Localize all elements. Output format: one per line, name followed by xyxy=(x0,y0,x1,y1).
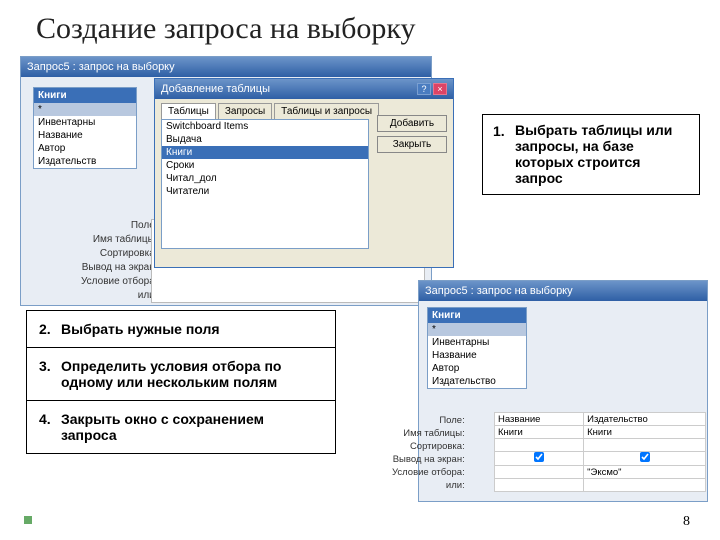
add-table-dialog: Добавление таблицы ? × Таблицы Запросы Т… xyxy=(154,78,454,268)
field-item[interactable]: Название xyxy=(428,349,526,362)
qbe-row-labels: Поле: Имя таблицы: Сортировка: Вывод на … xyxy=(81,219,158,303)
cell-or[interactable] xyxy=(495,479,584,492)
cell-show[interactable] xyxy=(495,452,584,466)
cell-show[interactable] xyxy=(584,452,706,466)
tab-queries[interactable]: Запросы xyxy=(218,103,272,119)
cell-field[interactable]: Издательство xyxy=(584,413,706,426)
step-number: 3. xyxy=(39,358,51,374)
show-checkbox[interactable] xyxy=(640,452,650,462)
field-item[interactable]: Издательство xyxy=(428,375,526,388)
step-text: Выбрать таблицы или запросы, на базе кот… xyxy=(493,122,689,186)
window-title: Запрос5 : запрос на выборку xyxy=(27,61,175,73)
dialog-titlebar: Добавление таблицы ? × xyxy=(155,79,453,99)
list-item[interactable]: Выдача xyxy=(162,133,368,146)
dialog-title: Добавление таблицы xyxy=(161,83,270,95)
cell-criteria[interactable] xyxy=(495,466,584,479)
field-item[interactable]: Автор xyxy=(34,142,136,155)
slide-bullet-icon xyxy=(24,516,32,524)
label-show: Вывод на экран: xyxy=(81,261,158,275)
label-table: Имя таблицы: xyxy=(392,427,465,440)
step-text: Выбрать нужные поля xyxy=(61,321,323,337)
table-field-list[interactable]: Книги * Инвентарны Название Автор Издате… xyxy=(427,307,527,389)
instruction-step-4: 4. Закрыть окно с сохранением запроса xyxy=(27,401,335,453)
list-item[interactable]: Книги xyxy=(162,146,368,159)
label-field: Поле: xyxy=(81,219,158,233)
label-or: или: xyxy=(81,289,158,303)
cell-table[interactable]: Книги xyxy=(495,426,584,439)
field-item[interactable]: Инвентарны xyxy=(34,116,136,129)
cell-field[interactable]: Название xyxy=(495,413,584,426)
label-criteria: Условие отбора: xyxy=(81,275,158,289)
step-number: 1. xyxy=(493,123,505,139)
list-item[interactable]: Читатели xyxy=(162,185,368,198)
step-text: Закрыть окно с сохранением запроса xyxy=(61,411,323,443)
step-number: 2. xyxy=(39,321,51,337)
cell-table[interactable]: Книги xyxy=(584,426,706,439)
label-sort: Сортировка: xyxy=(81,247,158,261)
tab-both[interactable]: Таблицы и запросы xyxy=(274,103,379,119)
cell-criteria[interactable]: "Эксмо" xyxy=(584,466,706,479)
tables-list[interactable]: Switchboard Items Выдача Книги Сроки Чит… xyxy=(161,119,369,249)
table-field-list[interactable]: Книги * Инвентарны Название Автор Издате… xyxy=(33,87,137,169)
list-item[interactable]: Switchboard Items xyxy=(162,120,368,133)
field-item[interactable]: Автор xyxy=(428,362,526,375)
slide-title: Создание запроса на выборку xyxy=(0,0,720,52)
field-item[interactable]: * xyxy=(34,103,136,116)
instruction-steps-234: 2. Выбрать нужные поля 3. Определить усл… xyxy=(26,310,336,454)
qbe-row-labels-2: Поле: Имя таблицы: Сортировка: Вывод на … xyxy=(392,414,465,492)
table-name: Книги xyxy=(34,88,136,103)
step-number: 4. xyxy=(39,411,51,427)
list-item[interactable]: Сроки xyxy=(162,159,368,172)
qbe-grid-2[interactable]: Название Издательство Книги Книги "Эксмо… xyxy=(494,412,706,492)
cell-or[interactable] xyxy=(584,479,706,492)
label-field: Поле: xyxy=(392,414,465,427)
field-item[interactable]: Издательств xyxy=(34,155,136,168)
window-titlebar: Запрос5 : запрос на выборку xyxy=(21,57,431,77)
label-sort: Сортировка: xyxy=(392,440,465,453)
tab-tables[interactable]: Таблицы xyxy=(161,103,216,119)
close-button[interactable]: Закрыть xyxy=(377,136,447,153)
add-button[interactable]: Добавить xyxy=(377,115,447,132)
instruction-step-2: 2. Выбрать нужные поля xyxy=(27,311,335,348)
close-icon[interactable]: × xyxy=(433,83,447,95)
window-title: Запрос5 : запрос на выборку xyxy=(425,285,573,297)
instruction-step-3: 3. Определить условия отбора по одному и… xyxy=(27,348,335,401)
label-criteria: Условие отбора: xyxy=(392,466,465,479)
step-text: Определить условия отбора по одному или … xyxy=(61,358,323,390)
instruction-step-1: 1. Выбрать таблицы или запросы, на базе … xyxy=(482,114,700,195)
field-item[interactable]: Название xyxy=(34,129,136,142)
field-item[interactable]: Инвентарны xyxy=(428,336,526,349)
label-table: Имя таблицы: xyxy=(81,233,158,247)
table-name: Книги xyxy=(428,308,526,323)
field-item[interactable]: * xyxy=(428,323,526,336)
help-icon[interactable]: ? xyxy=(417,83,431,95)
show-checkbox[interactable] xyxy=(534,452,544,462)
page-number: 8 xyxy=(683,514,690,530)
window-titlebar: Запрос5 : запрос на выборку xyxy=(419,281,707,301)
cell-sort[interactable] xyxy=(495,439,584,452)
list-item[interactable]: Читал_дол xyxy=(162,172,368,185)
label-show: Вывод на экран: xyxy=(392,453,465,466)
cell-sort[interactable] xyxy=(584,439,706,452)
label-or: или: xyxy=(392,479,465,492)
